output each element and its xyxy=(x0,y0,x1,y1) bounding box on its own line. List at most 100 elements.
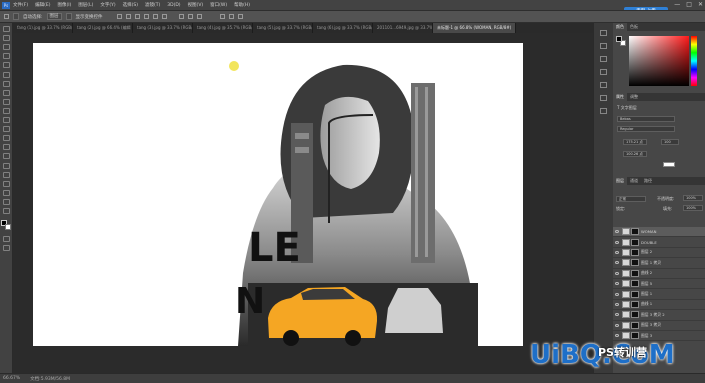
menu-window[interactable]: 窗口(W) xyxy=(210,2,227,8)
paragraph-icon[interactable] xyxy=(600,82,607,88)
align-middle-icon[interactable] xyxy=(152,14,158,19)
visibility-eye-icon[interactable] xyxy=(615,271,619,275)
opacity-field[interactable]: 100% xyxy=(683,195,703,201)
crop-tool-icon[interactable] xyxy=(2,62,10,69)
maximize-button[interactable]: □ xyxy=(686,1,692,8)
layer-row[interactable]: 曲线 2 xyxy=(613,269,705,279)
auto-select-target-dropdown[interactable]: 图层 xyxy=(46,13,62,20)
align-right-icon[interactable] xyxy=(134,14,140,19)
show-transform-checkbox[interactable] xyxy=(65,13,72,20)
eraser-tool-icon[interactable] xyxy=(2,117,10,124)
auto-select-checkbox[interactable] xyxy=(13,13,19,20)
close-button[interactable]: ✕ xyxy=(698,1,703,8)
visibility-eye-icon[interactable] xyxy=(615,261,619,265)
history-brush-icon[interactable] xyxy=(2,107,10,114)
tab-swatches[interactable]: 色板 xyxy=(627,23,641,31)
3d-mode-icon[interactable] xyxy=(228,14,234,19)
layer-row[interactable]: 曲线 1 xyxy=(613,300,705,311)
properties-icon[interactable] xyxy=(600,56,607,62)
visibility-eye-icon[interactable] xyxy=(615,334,619,338)
doc-tab[interactable]: tang (3).jpg @ 33.7% (RGB/8#) xyxy=(133,23,193,33)
shape-tool-icon[interactable] xyxy=(2,180,10,187)
actions-icon[interactable] xyxy=(600,43,607,49)
hue-slider[interactable] xyxy=(691,36,697,86)
align-bottom-icon[interactable] xyxy=(161,14,167,19)
distribute-icon[interactable] xyxy=(178,14,184,19)
font-family-field[interactable]: Bebas xyxy=(617,116,675,122)
dodge-tool-icon[interactable] xyxy=(2,144,10,151)
menu-filter[interactable]: 滤镜(T) xyxy=(145,2,160,8)
doc-tab[interactable]: fang (1).jpg @ 33.7% (RGB/8#) xyxy=(13,23,73,33)
menu-image[interactable]: 图像(I) xyxy=(57,2,71,8)
glyphs-icon[interactable] xyxy=(600,95,607,101)
menu-select[interactable]: 选择(S) xyxy=(123,2,138,8)
menu-3d[interactable]: 3D(D) xyxy=(167,3,180,8)
healing-brush-icon[interactable] xyxy=(2,80,10,87)
visibility-eye-icon[interactable] xyxy=(615,240,619,244)
visibility-eye-icon[interactable] xyxy=(615,292,619,296)
zoom-level[interactable]: 66.67% xyxy=(3,376,20,381)
visibility-eye-icon[interactable] xyxy=(615,313,619,317)
color-picker-field[interactable] xyxy=(629,36,689,86)
distribute-icon[interactable] xyxy=(196,14,202,19)
layer-row[interactable]: DOUBLE xyxy=(613,237,705,248)
minimize-button[interactable]: — xyxy=(674,1,680,8)
menu-view[interactable]: 视图(V) xyxy=(188,2,204,8)
tab-color[interactable]: 颜色 xyxy=(613,23,627,31)
align-top-icon[interactable] xyxy=(143,14,149,19)
doc-tab-active[interactable]: 未标题-1 @ 66.8% (WOMAN, RGB/8#) xyxy=(433,23,517,33)
doc-tab[interactable]: tang (6).jpg @ 33.7% (RGB/8#) xyxy=(313,23,373,33)
eyedropper-tool-icon[interactable] xyxy=(2,71,10,78)
distribute-icon[interactable] xyxy=(187,14,193,19)
blur-tool-icon[interactable] xyxy=(2,135,10,142)
fill-field[interactable]: 100% xyxy=(683,205,703,211)
type-tool-icon[interactable] xyxy=(2,162,10,169)
layer-row[interactable]: 图层 2 xyxy=(613,248,705,259)
gradient-tool-icon[interactable] xyxy=(2,126,10,133)
foreground-background-swatch[interactable] xyxy=(1,219,11,230)
document-canvas[interactable]: LE N xyxy=(33,43,523,346)
align-left-icon[interactable] xyxy=(116,14,122,19)
menu-help[interactable]: 帮助(H) xyxy=(234,2,250,8)
doc-tab[interactable]: tang (5).jpg @ 33.7% (RGB/8#) xyxy=(253,23,313,33)
3d-mode-icon[interactable] xyxy=(237,14,243,19)
doc-tab[interactable]: tang (4).jpg @ 35.7% (RGB/8#) xyxy=(193,23,253,33)
visibility-eye-icon[interactable] xyxy=(615,323,619,327)
layer-row[interactable]: 图层 3 拷贝 2 xyxy=(613,310,705,321)
hand-tool-icon[interactable] xyxy=(2,189,10,196)
edit-toolbar-icon[interactable] xyxy=(2,207,10,214)
doc-tab[interactable]: tang (2).jpg @ 66.4% (编辑 RGB/8#) xyxy=(73,23,133,33)
marquee-tool-icon[interactable] xyxy=(2,35,10,42)
menu-edit[interactable]: 编辑(E) xyxy=(35,2,50,8)
character-icon[interactable] xyxy=(600,69,607,75)
leading-field[interactable]: 100.26 点 xyxy=(623,151,647,157)
move-tool-icon[interactable] xyxy=(2,26,10,33)
text-color-swatch[interactable] xyxy=(663,162,675,167)
path-select-icon[interactable] xyxy=(2,171,10,178)
pen-tool-icon[interactable] xyxy=(2,153,10,160)
tab-properties[interactable]: 属性 xyxy=(613,93,627,101)
brush-tool-icon[interactable] xyxy=(2,89,10,96)
screen-mode-icon[interactable] xyxy=(2,245,10,252)
layer-row[interactable]: WOMAN xyxy=(613,227,705,238)
tab-adjustments[interactable]: 调整 xyxy=(627,93,641,101)
layer-row[interactable]: 图层 5 xyxy=(613,279,705,290)
history-icon[interactable] xyxy=(600,30,607,36)
quick-select-tool-icon[interactable] xyxy=(2,53,10,60)
visibility-eye-icon[interactable] xyxy=(615,302,619,306)
zoom-tool-icon[interactable] xyxy=(2,198,10,205)
color-swatch-pair[interactable] xyxy=(616,36,626,46)
blend-mode-dropdown[interactable]: 正常 xyxy=(616,196,646,202)
tracking-field[interactable]: 100 xyxy=(661,139,679,145)
quick-mask-icon[interactable] xyxy=(2,235,10,242)
layer-row[interactable]: 图层 1 xyxy=(613,289,705,300)
3d-mode-icon[interactable] xyxy=(219,14,225,19)
menu-layer[interactable]: 图层(L) xyxy=(78,2,93,8)
layer-row[interactable]: 图层 3 拷贝 xyxy=(613,321,705,331)
tab-paths[interactable]: 路径 xyxy=(641,177,655,185)
clone-stamp-icon[interactable] xyxy=(2,98,10,105)
lasso-tool-icon[interactable] xyxy=(2,44,10,51)
font-size-field[interactable]: 175.21 点 xyxy=(623,139,647,145)
font-style-field[interactable]: Regular xyxy=(617,126,675,132)
visibility-eye-icon[interactable] xyxy=(615,230,619,234)
